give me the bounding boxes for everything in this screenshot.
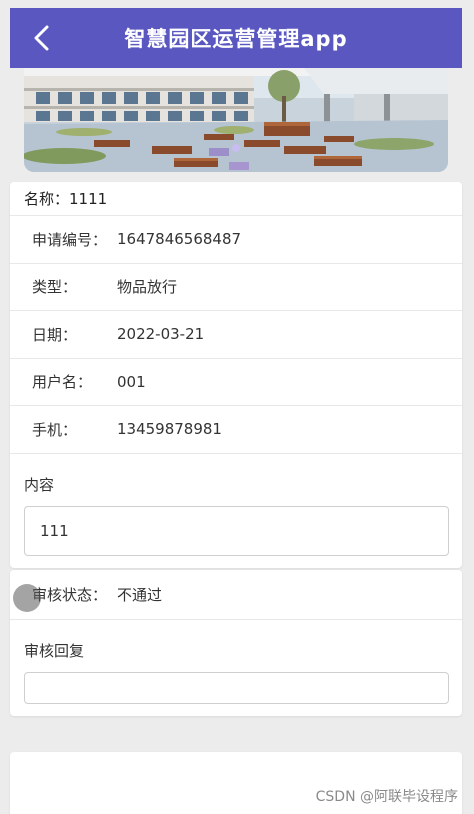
content-field[interactable]: 111 (24, 505, 449, 556)
date-value: 2022-03-21 (117, 325, 205, 344)
info-row-type: 类型： 物品放行 (10, 264, 462, 311)
type-value: 物品放行 (117, 278, 178, 297)
review-status-value: 不通过 (117, 586, 163, 604)
review-card: 审核状态： 不通过 审核回复 (10, 570, 462, 716)
application-no-value: 1647846568487 (117, 230, 242, 249)
application-detail-card: 名称： 1111 申请编号： 1647846568487 类型： 物品放行 日期… (10, 182, 462, 568)
phone-value: 13459878981 (117, 420, 222, 439)
username-value: 001 (117, 372, 146, 391)
review-status-row: 审核状态： 不通过 (10, 570, 462, 620)
date-label: 日期： (32, 325, 78, 344)
content-label: 内容 (24, 475, 55, 494)
app-header: 智慧园区运营管理app (10, 8, 462, 68)
info-row-phone: 手机： 13459878981 (10, 406, 462, 454)
review-reply-label: 审核回复 (24, 642, 85, 660)
username-label: 用户名： (32, 373, 93, 392)
info-row-application-no: 申请编号： 1647846568487 (10, 216, 462, 264)
chevron-left-icon (34, 25, 49, 51)
name-value: 1111 (69, 189, 108, 208)
info-row-username: 用户名： 001 (10, 359, 462, 406)
application-no-label: 申请编号： (32, 230, 108, 249)
type-label: 类型： (32, 278, 78, 297)
watermark: CSDN @阿联毕设程序 (315, 789, 458, 805)
info-row-date: 日期： 2022-03-21 (10, 311, 462, 359)
banner-image (24, 68, 448, 172)
page-title: 智慧园区运营管理app (124, 27, 348, 51)
back-button[interactable] (24, 20, 60, 56)
phone-label: 手机： (32, 420, 78, 439)
touch-indicator (13, 584, 41, 612)
name-row: 名称： 1111 (10, 182, 462, 216)
review-reply-field[interactable] (24, 672, 449, 704)
name-label: 名称： (24, 190, 70, 208)
